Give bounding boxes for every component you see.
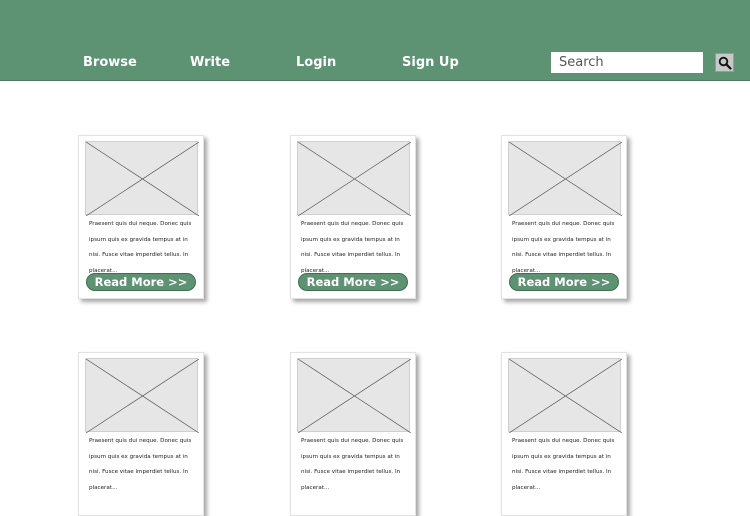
- image-placeholder-icon: [86, 359, 199, 433]
- search-icon: [718, 56, 732, 70]
- article-card: Praesent quis dui neque. Donec quis ipsu…: [501, 135, 627, 299]
- search-input[interactable]: [551, 52, 703, 73]
- article-card: Praesent quis dui neque. Donec quis ipsu…: [78, 135, 204, 299]
- image-placeholder: [297, 358, 411, 433]
- nav-write-link[interactable]: Write: [190, 55, 230, 70]
- nav-signup-link[interactable]: Sign Up: [402, 55, 459, 70]
- nav-browse-link[interactable]: Browse: [83, 55, 137, 70]
- image-placeholder-icon: [509, 142, 622, 216]
- read-more-button[interactable]: Read More >>: [298, 273, 408, 291]
- article-card: Praesent quis dui neque. Donec quis ipsu…: [290, 135, 416, 299]
- read-more-button[interactable]: Read More >>: [509, 273, 619, 291]
- image-placeholder: [508, 358, 622, 433]
- image-placeholder-icon: [86, 142, 199, 216]
- search-button[interactable]: [715, 53, 734, 72]
- image-placeholder-icon: [298, 359, 411, 433]
- article-excerpt: Praesent quis dui neque. Donec quis ipsu…: [512, 221, 615, 274]
- read-more-button[interactable]: Read More >>: [86, 273, 196, 291]
- image-placeholder: [508, 141, 622, 216]
- top-nav-bar: Browse Write Login Sign Up: [0, 0, 750, 81]
- image-placeholder: [297, 141, 411, 216]
- image-placeholder: [85, 141, 199, 216]
- article-excerpt: Praesent quis dui neque. Donec quis ipsu…: [89, 221, 192, 274]
- article-card: Praesent quis dui neque. Donec quis ipsu…: [290, 352, 416, 516]
- article-excerpt: Praesent quis dui neque. Donec quis ipsu…: [301, 221, 404, 274]
- nav-login-link[interactable]: Login: [296, 55, 336, 70]
- image-placeholder-icon: [298, 142, 411, 216]
- image-placeholder-icon: [509, 359, 622, 433]
- article-card: Praesent quis dui neque. Donec quis ipsu…: [78, 352, 204, 516]
- image-placeholder: [85, 358, 199, 433]
- article-card: Praesent quis dui neque. Donec quis ipsu…: [501, 352, 627, 516]
